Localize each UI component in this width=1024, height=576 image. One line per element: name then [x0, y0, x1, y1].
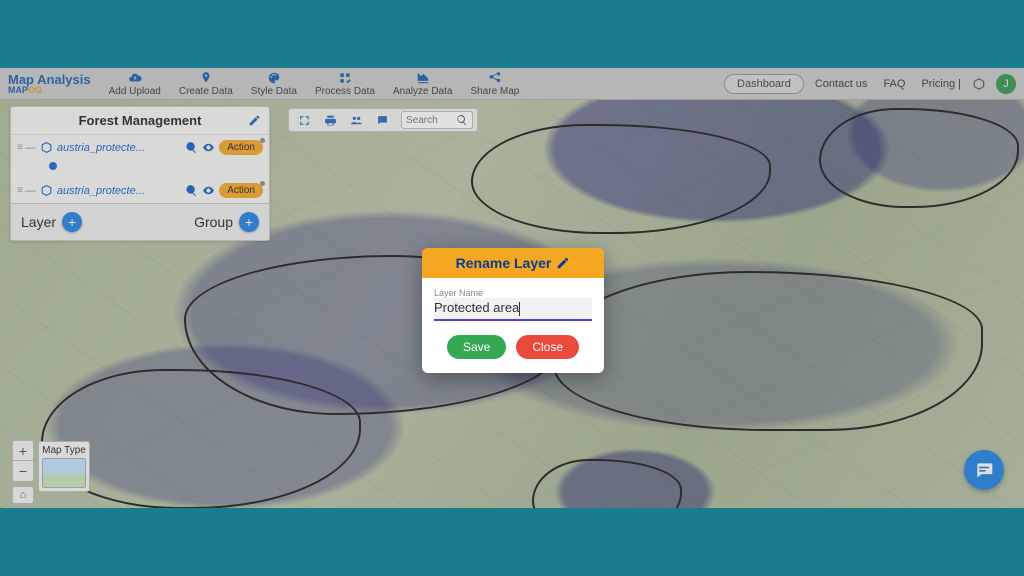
rename-layer-modal: Rename Layer Layer Name Protected area S… — [422, 248, 604, 373]
app-frame: Map Analysis MAPOG Add Upload Create Dat… — [0, 68, 1024, 508]
modal-footer: Save Close — [422, 325, 604, 373]
modal-body: Layer Name Protected area — [422, 278, 604, 325]
layer-name-input[interactable]: Protected area — [434, 298, 592, 321]
pencil-icon — [556, 256, 570, 270]
input-value: Protected area — [434, 300, 519, 315]
text-caret — [519, 302, 520, 316]
modal-header: Rename Layer — [422, 248, 604, 278]
field-label: Layer Name — [434, 288, 592, 298]
close-button[interactable]: Close — [516, 335, 579, 359]
save-button[interactable]: Save — [447, 335, 506, 359]
modal-title: Rename Layer — [456, 255, 552, 271]
